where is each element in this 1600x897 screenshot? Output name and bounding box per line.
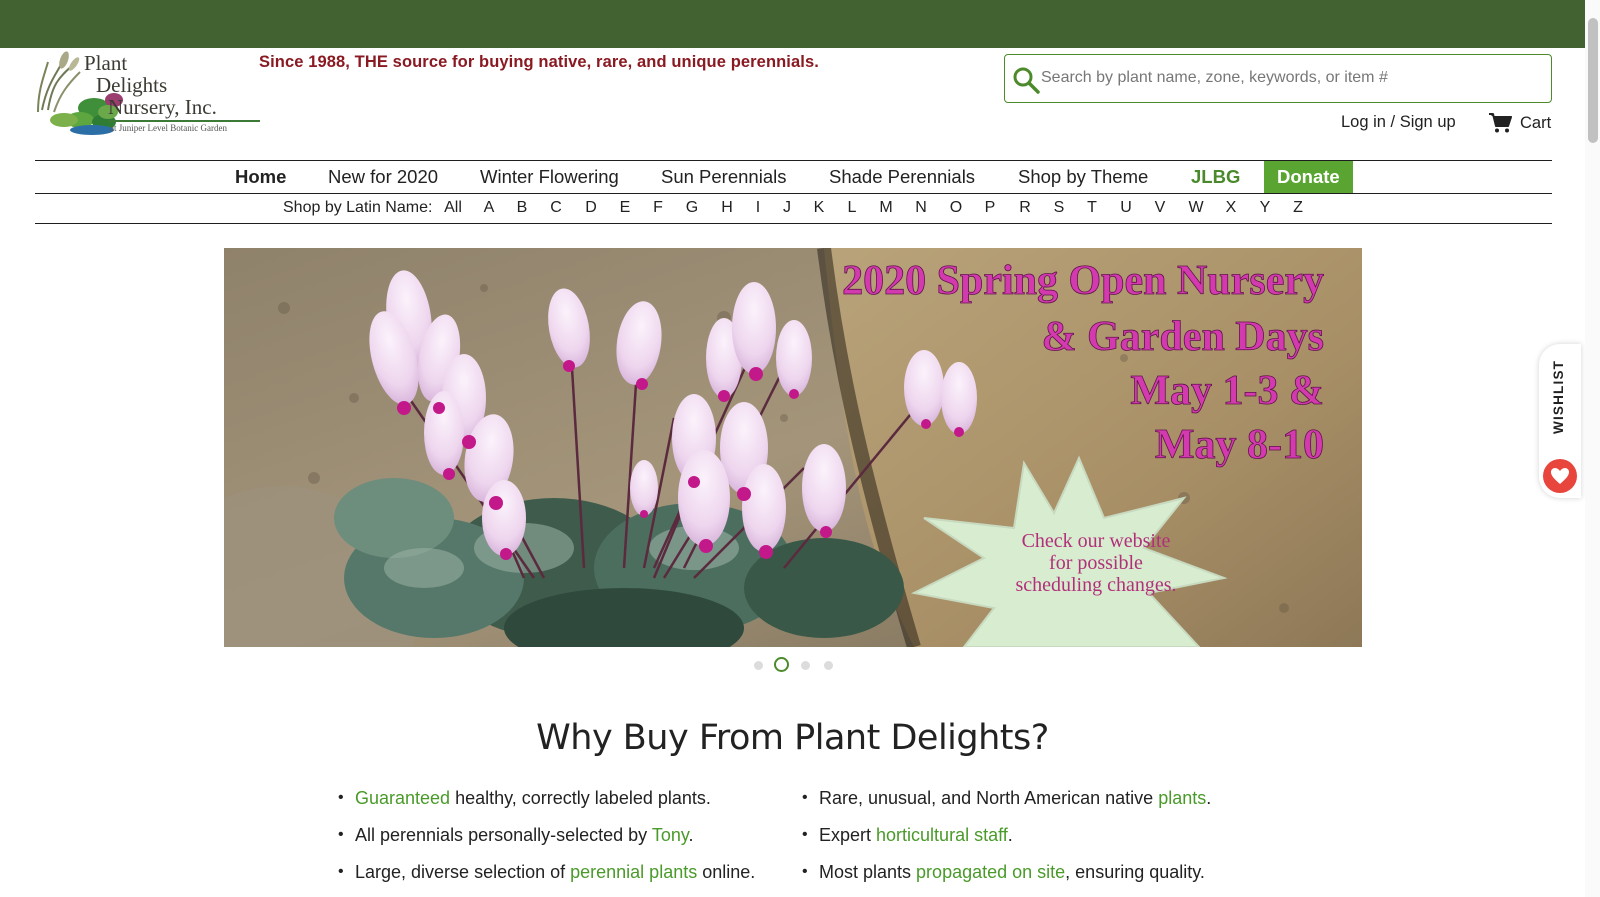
latin-letter[interactable]: U — [1115, 199, 1137, 217]
latin-letter[interactable]: N — [910, 199, 932, 217]
latin-letter[interactable]: S — [1048, 199, 1070, 217]
wishlist-label: WISHLIST — [1551, 359, 1566, 434]
latin-letter[interactable]: E — [614, 199, 636, 217]
nav-divider-middle — [35, 193, 1552, 194]
latin-letter[interactable]: W — [1185, 199, 1207, 217]
login-signup-link[interactable]: Log in / Sign up — [1341, 113, 1456, 132]
nav-home[interactable]: Home — [235, 161, 286, 193]
svg-text:Nursery, Inc.: Nursery, Inc. — [108, 95, 217, 119]
nav-donate-button[interactable]: Donate — [1264, 161, 1353, 193]
latin-letter[interactable]: M — [875, 199, 897, 217]
nav-new-for-2020[interactable]: New for 2020 — [328, 161, 438, 193]
cart-link[interactable]: Cart — [1488, 112, 1551, 134]
latin-letter[interactable]: V — [1149, 199, 1171, 217]
latin-letter[interactable]: J — [776, 199, 798, 217]
logo[interactable]: Plant Delights Nursery, Inc. at Juniper … — [34, 50, 264, 138]
logo-image: Plant Delights Nursery, Inc. at Juniper … — [37, 51, 260, 135]
why-heading: Why Buy From Plant Delights? — [536, 718, 1049, 758]
top-banner — [0, 0, 1600, 48]
carousel-dot-1[interactable] — [754, 661, 763, 670]
svg-text:Check our website: Check our website — [1022, 530, 1171, 552]
latin-letter[interactable]: O — [945, 199, 967, 217]
page-scrollbar[interactable] — [1585, 0, 1600, 897]
list-item: Guaranteed healthy, correctly labeled pl… — [338, 783, 755, 820]
tagline: Since 1988, THE source for buying native… — [259, 53, 819, 71]
nav-jlbg[interactable]: JLBG — [1191, 161, 1240, 193]
list-item: Expert horticultural staff. — [802, 820, 1211, 857]
carousel-dot-3[interactable] — [801, 661, 810, 670]
main-nav: Home New for 2020 Winter Flowering Sun P… — [0, 161, 1600, 193]
latin-letter[interactable]: C — [545, 199, 567, 217]
plants-link[interactable]: plants — [1158, 788, 1206, 808]
guaranteed-link[interactable]: Guaranteed — [355, 788, 450, 808]
list-item: Rare, unusual, and North American native… — [802, 783, 1211, 820]
search-input[interactable] — [1041, 61, 1541, 95]
svg-text:Plant: Plant — [84, 51, 127, 75]
carousel-dots — [0, 657, 1600, 673]
latin-letter[interactable]: A — [478, 199, 500, 217]
list-item: All perennials personally-selected by To… — [338, 820, 755, 857]
latin-nav-label: Shop by Latin Name: — [283, 199, 433, 216]
why-list-right: Rare, unusual, and North American native… — [802, 783, 1211, 894]
tony-link[interactable]: Tony — [652, 825, 689, 845]
latin-letter[interactable]: X — [1220, 199, 1242, 217]
heart-icon — [1543, 459, 1577, 493]
cart-label: Cart — [1520, 113, 1552, 132]
latin-letter[interactable]: Y — [1254, 199, 1276, 217]
latin-letter-all[interactable]: All — [441, 199, 465, 217]
latin-letter[interactable]: D — [580, 199, 602, 217]
latin-letter[interactable]: I — [747, 199, 769, 217]
why-list-left: Guaranteed healthy, correctly labeled pl… — [338, 783, 755, 894]
search-icon[interactable] — [1011, 65, 1041, 95]
svg-text:scheduling changes.: scheduling changes. — [1015, 574, 1176, 596]
latin-letter[interactable]: H — [716, 199, 738, 217]
latin-letter[interactable]: F — [647, 199, 669, 217]
latin-letter[interactable]: K — [808, 199, 830, 217]
latin-letter[interactable]: R — [1014, 199, 1036, 217]
latin-name-nav: Shop by Latin Name: All A B C D E F G H … — [0, 197, 1600, 219]
hero-slide[interactable]: 2020 Spring Open Nursery & Garden Days M… — [224, 248, 1362, 647]
search-box[interactable] — [1004, 54, 1552, 103]
hero-image: 2020 Spring Open Nursery & Garden Days M… — [224, 248, 1362, 647]
svg-text:May 8-10: May 8-10 — [1155, 422, 1324, 468]
nav-winter-flowering[interactable]: Winter Flowering — [480, 161, 619, 193]
list-item: Most plants propagated on site, ensuring… — [802, 857, 1211, 894]
nav-shade-perennials[interactable]: Shade Perennials — [829, 161, 975, 193]
propagated-on-site-link[interactable]: propagated on site — [916, 862, 1065, 882]
cart-icon — [1489, 113, 1512, 133]
latin-letter[interactable]: G — [681, 199, 703, 217]
nav-sun-perennials[interactable]: Sun Perennials — [661, 161, 786, 193]
svg-text:at Juniper Level Botanic Garde: at Juniper Level Botanic Garden — [110, 123, 227, 133]
svg-text:2020 Spring Open Nursery: 2020 Spring Open Nursery — [842, 258, 1324, 304]
wishlist-tab[interactable]: WISHLIST — [1539, 344, 1581, 498]
list-item: Large, diverse selection of perennial pl… — [338, 857, 755, 894]
latin-letter[interactable]: L — [841, 199, 863, 217]
nav-shop-by-theme[interactable]: Shop by Theme — [1018, 161, 1148, 193]
svg-text:for possible: for possible — [1049, 552, 1143, 574]
svg-text:Delights: Delights — [96, 73, 167, 97]
carousel-dot-2[interactable] — [774, 657, 789, 672]
latin-letter[interactable]: Z — [1287, 199, 1309, 217]
carousel-dot-4[interactable] — [824, 661, 833, 670]
horticultural-staff-link[interactable]: horticultural staff — [876, 825, 1008, 845]
latin-letter[interactable]: P — [979, 199, 1001, 217]
svg-text:& Garden Days: & Garden Days — [1042, 314, 1324, 360]
svg-text:May 1-3 &: May 1-3 & — [1130, 368, 1324, 414]
scrollbar-thumb[interactable] — [1588, 18, 1598, 143]
latin-letter[interactable]: T — [1081, 199, 1103, 217]
latin-letter[interactable]: B — [511, 199, 533, 217]
perennial-plants-link[interactable]: perennial plants — [570, 862, 697, 882]
nav-divider-bottom — [35, 223, 1552, 224]
